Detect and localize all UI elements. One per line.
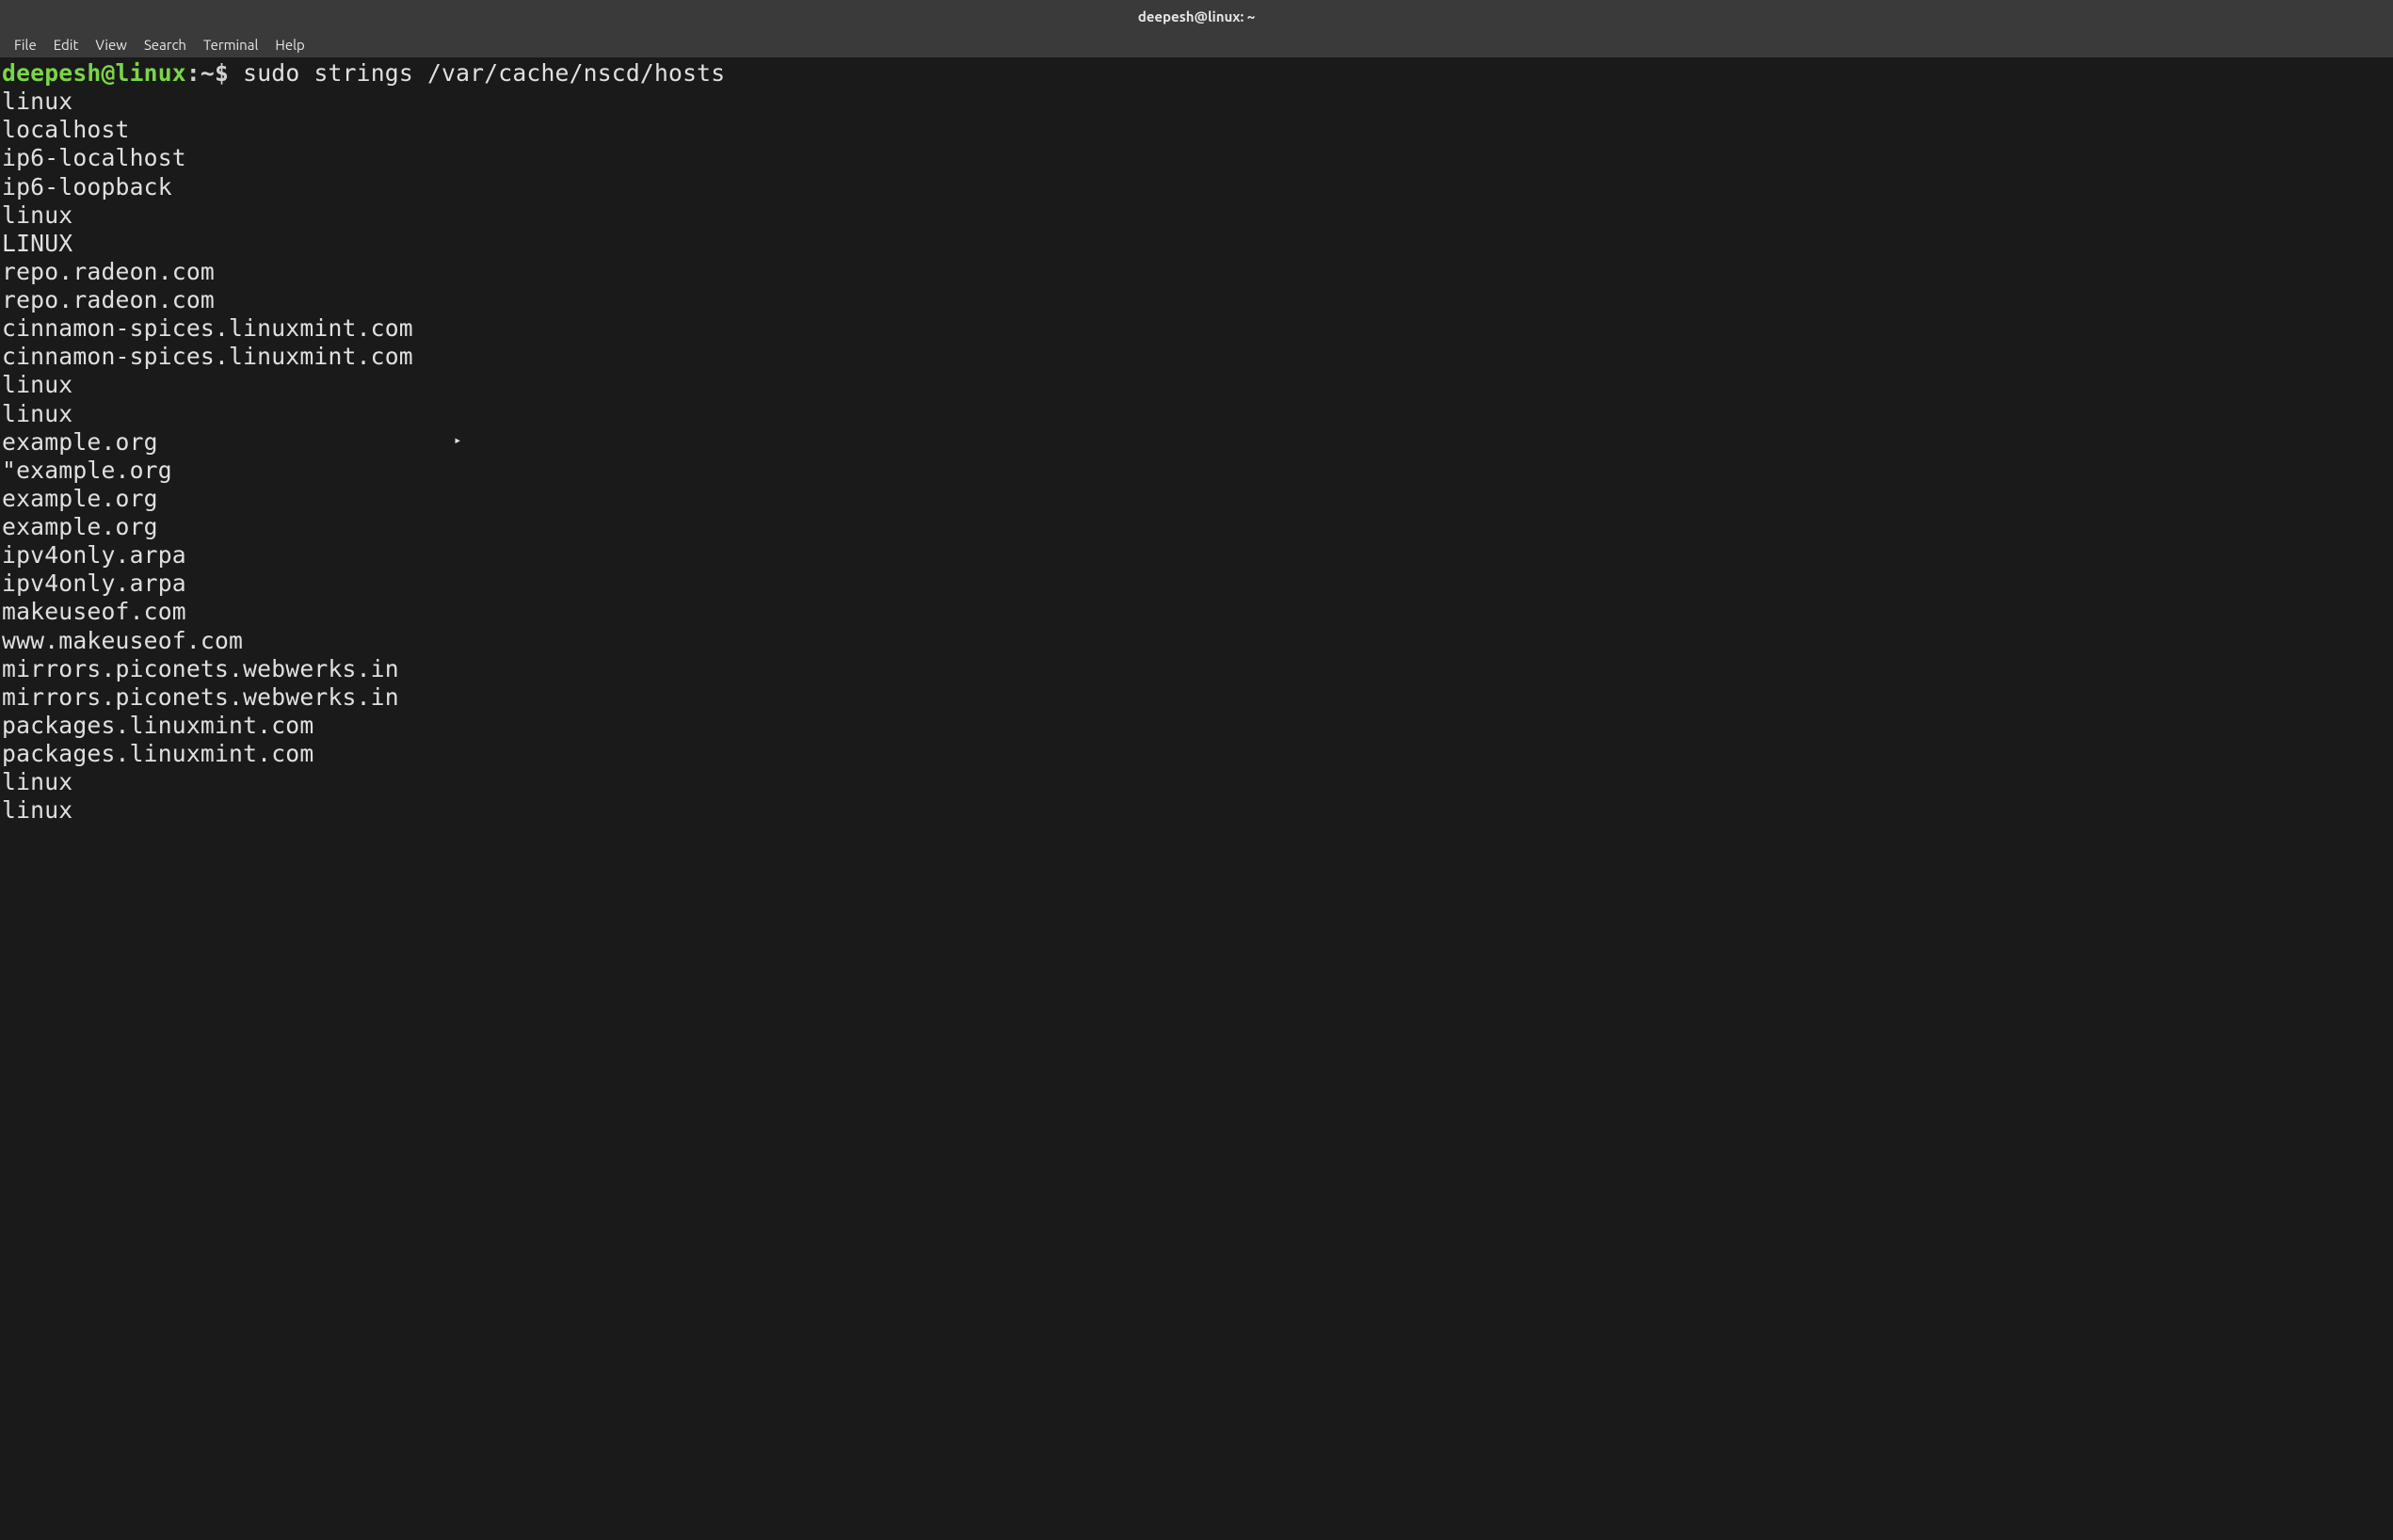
window-title: deepesh@linux: ~ [1138,8,1256,24]
menu-file[interactable]: File [6,34,45,56]
menu-view[interactable]: View [87,34,136,56]
terminal-body[interactable]: deepesh@linux:~$ sudo strings /var/cache… [0,57,2393,826]
menu-terminal[interactable]: Terminal [195,34,266,56]
command-value: sudo strings /var/cache/nscd/hosts [243,59,725,87]
menu-edit[interactable]: Edit [45,34,88,56]
menu-help[interactable]: Help [266,34,313,56]
menu-search[interactable]: Search [136,34,195,56]
menubar: File Edit View Search Terminal Help [0,32,2393,57]
prompt-separator: : [186,59,201,87]
command-text [229,59,243,87]
prompt-path: ~ [201,59,215,87]
window-titlebar: deepesh@linux: ~ [0,0,2393,32]
prompt-user-host: deepesh@linux [2,59,186,87]
prompt-symbol: $ [215,59,229,87]
terminal-output: linux localhost ip6-localhost ip6-loopba… [2,88,2391,825]
